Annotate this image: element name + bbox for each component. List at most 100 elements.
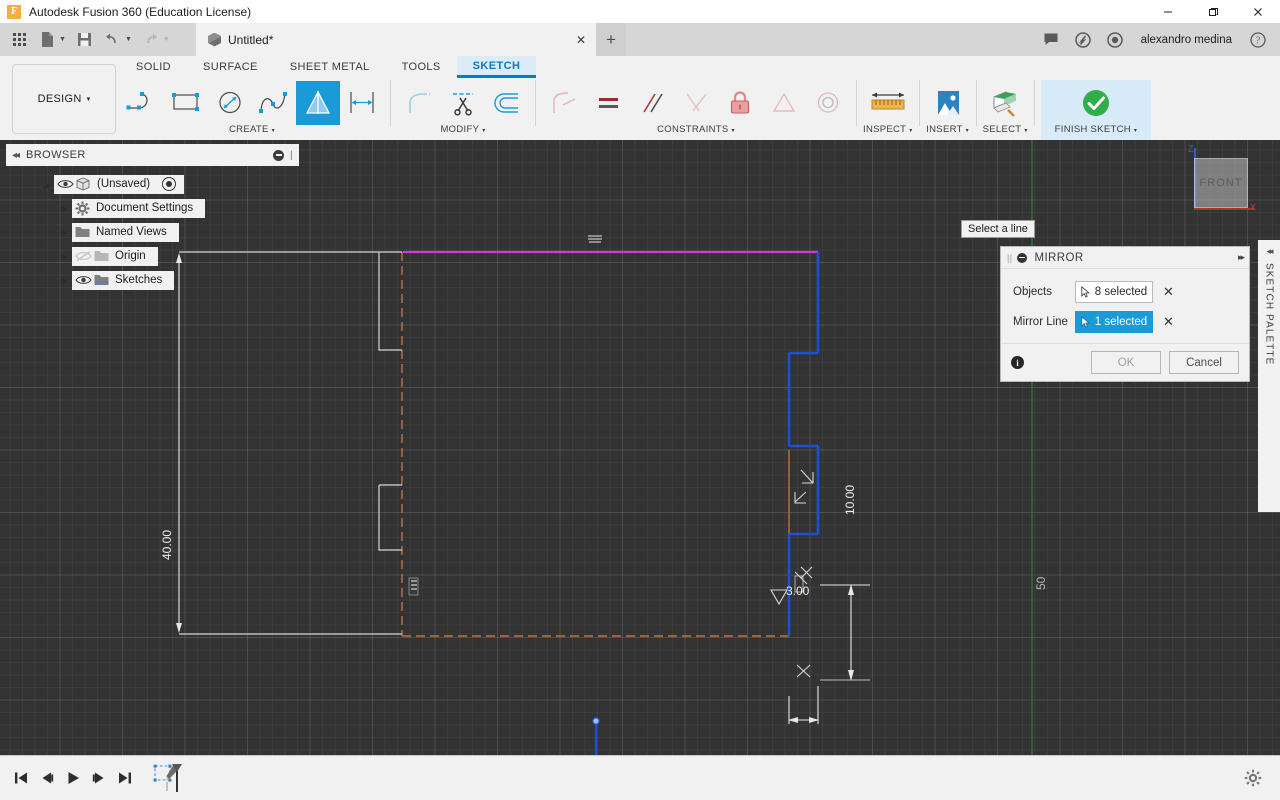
timeline-sketch-feature[interactable] (150, 761, 184, 795)
step-back-button[interactable] (34, 765, 60, 791)
visibility-off-eye-icon[interactable] (75, 250, 92, 263)
thickness-dimension-label[interactable]: 3.00 (786, 584, 809, 598)
objects-clear-icon[interactable]: ✕ (1163, 284, 1174, 300)
sketch-palette-tab[interactable]: ◂◂ SKETCH PALETTE (1258, 240, 1280, 512)
show-data-panel-button[interactable] (6, 27, 32, 53)
file-menu-caret-icon[interactable]: ▼ (59, 36, 66, 43)
select-tool-button[interactable] (983, 81, 1027, 125)
mirror-dialog-title: MIRROR (1034, 251, 1084, 264)
tab-tools[interactable]: TOOLS (386, 56, 457, 78)
view-cube[interactable]: Z X FRONT (1176, 144, 1256, 224)
insert-image-button[interactable] (926, 81, 970, 125)
visibility-eye-icon[interactable] (75, 274, 92, 287)
recent-icon[interactable] (1099, 23, 1131, 56)
expand-triangle-icon[interactable]: ◢ (38, 180, 54, 189)
visibility-eye-icon[interactable] (57, 178, 74, 191)
ribbon-group-label-finish-sketch[interactable]: FINISH SKETCH ▾ (1055, 124, 1138, 135)
activate-component-radio[interactable] (162, 177, 177, 191)
line-tool-button[interactable] (120, 81, 164, 125)
dialog-grip-icon[interactable]: || (1007, 253, 1012, 263)
offset-tool-button[interactable] (485, 81, 529, 125)
cancel-button[interactable]: Cancel (1169, 351, 1239, 374)
thickness-dimension-graphic (788, 686, 819, 724)
mirror-line-select-button[interactable]: 1 selected (1075, 311, 1153, 333)
tab-height-dimension-label[interactable]: 10.00 (843, 485, 857, 515)
perpendicular-constraint-button[interactable] (674, 81, 718, 125)
ribbon-group-label-select[interactable]: SELECT ▾ (983, 124, 1028, 135)
expand-triangle-icon[interactable]: ▶ (56, 252, 72, 261)
minimize-button[interactable] (1145, 0, 1190, 23)
step-forward-button[interactable] (86, 765, 112, 791)
mirror-line-clear-icon[interactable]: ✕ (1163, 314, 1174, 330)
play-button[interactable] (60, 765, 86, 791)
ribbon-group-label-create[interactable]: CREATE ▾ (229, 124, 275, 135)
new-document-tab-button[interactable]: + (596, 23, 626, 56)
user-name-label[interactable]: alexandro medina (1131, 34, 1242, 46)
objects-select-button[interactable]: 8 selected (1075, 281, 1153, 303)
expand-triangle-icon[interactable]: ▶ (56, 228, 72, 237)
quick-access-right: alexandro medina ? (1035, 23, 1280, 56)
spline-tool-button[interactable] (252, 81, 296, 125)
tab-solid[interactable]: SOLID (120, 56, 187, 78)
ribbon-group-label-constraints[interactable]: CONSTRAINTS ▾ (657, 124, 735, 135)
ribbon-group-label-inspect[interactable]: INSPECT ▾ (863, 124, 913, 135)
document-tab-untitled[interactable]: Untitled* ✕ (196, 23, 596, 56)
go-to-beginning-button[interactable] (8, 765, 34, 791)
browser-collapse-icon[interactable]: ◂◂ (12, 150, 20, 161)
undo-caret-icon[interactable]: ▼ (125, 36, 132, 43)
midpoint-constraint-button[interactable] (762, 81, 806, 125)
mirror-tool-button[interactable] (296, 81, 340, 125)
file-menu-button[interactable] (34, 27, 60, 53)
expand-triangle-icon[interactable]: ▶ (56, 204, 72, 213)
browser-grip-icon[interactable]: | (290, 150, 293, 161)
maximize-button[interactable] (1190, 0, 1235, 23)
tab-surface[interactable]: SURFACE (187, 56, 274, 78)
circle-tool-button[interactable] (208, 81, 252, 125)
height-dimension-label[interactable]: 40.00 (160, 530, 174, 560)
expand-triangle-icon[interactable]: ▶ (56, 276, 72, 285)
mirror-line-select-value: 1 selected (1094, 316, 1148, 328)
coincident-constraint-button[interactable] (542, 81, 586, 125)
view-cube-front-face[interactable]: FRONT (1194, 158, 1248, 208)
fix-unfix-constraint-button[interactable] (718, 81, 762, 125)
save-button[interactable] (72, 27, 98, 53)
job-status-icon[interactable] (1067, 23, 1099, 56)
redo-button[interactable] (138, 27, 164, 53)
timeline-settings-button[interactable] (1240, 765, 1266, 791)
ribbon-group-label-modify[interactable]: MODIFY ▾ (440, 124, 485, 135)
tab-sketch[interactable]: SKETCH (456, 56, 537, 78)
ribbon-group-label-insert[interactable]: INSERT ▾ (926, 124, 969, 135)
browser-item-unsaved[interactable]: ◢ (Unsaved) (30, 172, 300, 196)
trim-tool-button[interactable] (441, 81, 485, 125)
workspace-switcher[interactable]: DESIGN ▾ (12, 64, 116, 134)
mirror-dialog[interactable]: || MIRROR ▸▸ Objects 8 selected ✕ Mirror… (1000, 246, 1250, 382)
fillet-tool-button[interactable] (397, 81, 441, 125)
browser-minimize-icon[interactable] (273, 149, 284, 161)
go-to-end-button[interactable] (112, 765, 138, 791)
mirror-dialog-header[interactable]: || MIRROR ▸▸ (1001, 247, 1249, 269)
browser-item-document-settings[interactable]: ▶ Document Settings (30, 196, 300, 220)
sketch-dimension-button[interactable] (340, 81, 384, 125)
sketch-canvas[interactable]: 40.00 10.00 3.00 50 ◂◂ BROWSER | ◢ (Unsa… (0, 140, 1280, 800)
close-button[interactable] (1235, 0, 1280, 23)
undo-button[interactable] (100, 27, 126, 53)
rectangle-tool-button[interactable] (164, 81, 208, 125)
ok-button[interactable]: OK (1091, 351, 1161, 374)
parallel-constraint-button[interactable] (630, 81, 674, 125)
finish-sketch-button[interactable] (1074, 81, 1118, 125)
comment-icon[interactable] (1035, 23, 1067, 56)
document-tab-close-icon[interactable]: ✕ (546, 33, 586, 47)
help-icon[interactable]: ? (1242, 23, 1274, 56)
palette-collapse-icon[interactable]: ◂◂ (1266, 246, 1273, 257)
equal-constraint-button[interactable] (586, 81, 630, 125)
browser-item-named-views[interactable]: ▶ Named Views (30, 220, 300, 244)
info-icon[interactable]: i (1011, 356, 1024, 369)
tab-sheet-metal[interactable]: SHEET METAL (274, 56, 386, 78)
dialog-expand-icon[interactable]: ▸▸ (1238, 252, 1245, 263)
concentric-constraint-button[interactable] (806, 81, 850, 125)
measure-tool-button[interactable] (866, 81, 910, 125)
dialog-collapse-icon[interactable] (1017, 252, 1028, 263)
browser-item-origin[interactable]: ▶ Origin (30, 244, 300, 268)
ribbon-divider (535, 80, 536, 126)
browser-item-sketches[interactable]: ▶ Sketches (30, 268, 300, 292)
